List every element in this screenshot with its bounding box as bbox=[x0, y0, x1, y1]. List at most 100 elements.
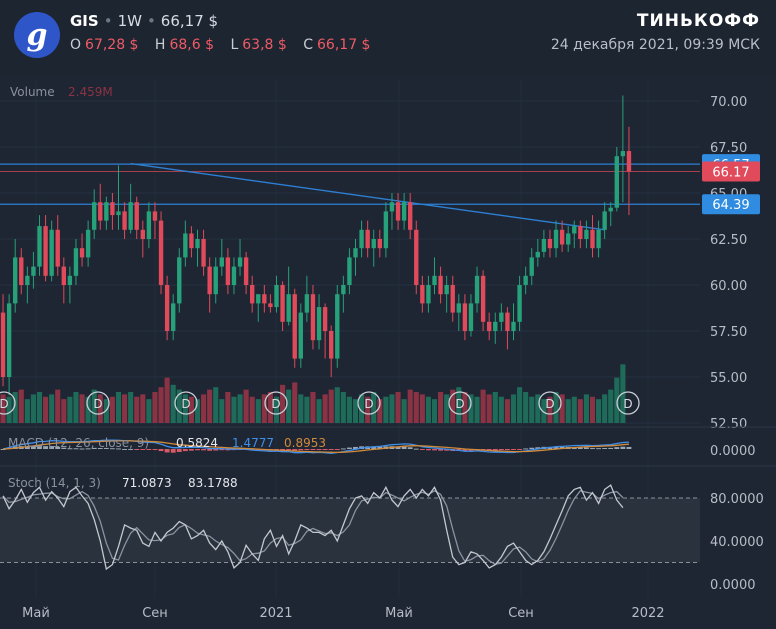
y-tick-label: 67.50 bbox=[710, 141, 747, 156]
candle-body bbox=[559, 229, 565, 245]
trendline bbox=[130, 162, 605, 231]
volume-bar bbox=[413, 392, 419, 423]
candle-body bbox=[359, 229, 364, 249]
volume-bar bbox=[134, 396, 140, 423]
candle-body bbox=[602, 211, 607, 230]
volume-bar bbox=[158, 387, 164, 423]
candle-body bbox=[13, 257, 18, 304]
macd-histogram-bar bbox=[413, 448, 419, 450]
volume-bar bbox=[128, 392, 134, 423]
candle-body bbox=[547, 239, 553, 249]
volume-bar bbox=[328, 389, 334, 423]
volume-bar bbox=[425, 396, 431, 423]
volume-bar bbox=[504, 399, 510, 423]
volume-bar bbox=[255, 399, 261, 423]
price-chart[interactable]: 70.0067.5065.0062.5060.0057.5055.0052.50… bbox=[0, 0, 776, 629]
volume-bar bbox=[340, 392, 346, 423]
volume-bar bbox=[79, 394, 85, 423]
candle-body bbox=[474, 275, 480, 304]
candle-body bbox=[0, 312, 6, 377]
candle-body bbox=[304, 294, 310, 313]
candle-body bbox=[511, 321, 516, 331]
macd-value: 0.8953 bbox=[284, 436, 326, 450]
volume-bar bbox=[316, 399, 322, 423]
candle-body bbox=[450, 285, 455, 313]
volume-bar bbox=[73, 392, 79, 423]
volume-bar bbox=[444, 394, 450, 423]
macd-histogram-bar bbox=[328, 449, 334, 450]
y-tick-label: 52.50 bbox=[710, 417, 747, 432]
candle-body bbox=[480, 275, 486, 322]
volume-bar bbox=[608, 389, 614, 423]
dividend-marker-label: D bbox=[623, 397, 632, 411]
candle-body bbox=[262, 294, 267, 304]
candle-body bbox=[590, 229, 595, 249]
volume-label: Volume bbox=[10, 85, 55, 99]
candle-body bbox=[164, 285, 170, 331]
candle-body bbox=[152, 211, 158, 221]
candle-body bbox=[341, 285, 346, 295]
candle-body bbox=[6, 303, 12, 377]
candle-body bbox=[462, 303, 468, 331]
candle-body bbox=[73, 248, 79, 276]
candle-body bbox=[626, 151, 632, 172]
candle-body bbox=[553, 229, 559, 249]
volume-bar bbox=[510, 394, 517, 423]
candle-body bbox=[280, 285, 285, 322]
candle-body bbox=[98, 202, 103, 221]
candle-body bbox=[122, 211, 127, 230]
volume-bar bbox=[334, 387, 340, 423]
macd-histogram-bar bbox=[529, 447, 535, 449]
macd-y-tick-label: 0.0000 bbox=[710, 444, 756, 459]
candle-body bbox=[134, 202, 139, 230]
candle-body bbox=[37, 226, 42, 267]
volume-bar bbox=[583, 394, 589, 423]
volume-bar bbox=[225, 392, 231, 423]
volume-bar bbox=[201, 394, 207, 423]
candle-body bbox=[578, 226, 583, 239]
candle-body bbox=[395, 202, 401, 221]
macd-histogram-bar bbox=[596, 448, 602, 450]
macd-histogram-bar bbox=[407, 447, 413, 449]
volume-bar bbox=[43, 396, 49, 423]
volume-bar bbox=[55, 389, 61, 423]
candle-body bbox=[237, 257, 243, 267]
volume-bar bbox=[383, 396, 389, 423]
candle-body bbox=[104, 202, 109, 221]
candle-body bbox=[67, 275, 73, 285]
volume-bar bbox=[18, 389, 24, 423]
candle-body bbox=[335, 294, 340, 359]
macd-histogram-bar bbox=[626, 446, 632, 449]
volume-bar bbox=[207, 389, 213, 423]
candle-body bbox=[231, 266, 237, 285]
candle-body bbox=[377, 239, 382, 249]
volume-bar bbox=[407, 389, 413, 423]
dividend-marker-label: D bbox=[181, 397, 190, 411]
price-badge-label: 64.39 bbox=[712, 198, 749, 213]
volume-bar bbox=[298, 394, 304, 423]
candle-body bbox=[596, 229, 601, 249]
candle-body bbox=[499, 312, 504, 322]
macd-histogram-bar bbox=[583, 447, 589, 449]
chart-stage: { "header": { "ticker": "GIS", "interval… bbox=[0, 0, 776, 629]
candle-body bbox=[329, 331, 334, 359]
candle-body bbox=[529, 257, 534, 276]
candle-body bbox=[389, 202, 395, 212]
candle-body bbox=[286, 294, 291, 322]
candle-body bbox=[456, 303, 461, 313]
candle-body bbox=[177, 257, 182, 304]
candle-body bbox=[316, 307, 322, 341]
stoch-y-tick-label: 0.0000 bbox=[710, 578, 756, 593]
candle-body bbox=[219, 257, 224, 267]
volume-bar bbox=[480, 389, 486, 423]
candle-body bbox=[225, 257, 231, 285]
candle-body bbox=[487, 321, 492, 331]
stoch-label: Stoch (14, 1, 3) bbox=[8, 476, 101, 490]
volume-bar bbox=[36, 392, 43, 423]
candle-body bbox=[432, 275, 437, 285]
volume-bar bbox=[115, 392, 122, 423]
volume-bar bbox=[492, 392, 498, 423]
candle-body bbox=[140, 229, 145, 239]
volume-bar bbox=[602, 394, 608, 423]
volume-bar bbox=[61, 399, 67, 423]
